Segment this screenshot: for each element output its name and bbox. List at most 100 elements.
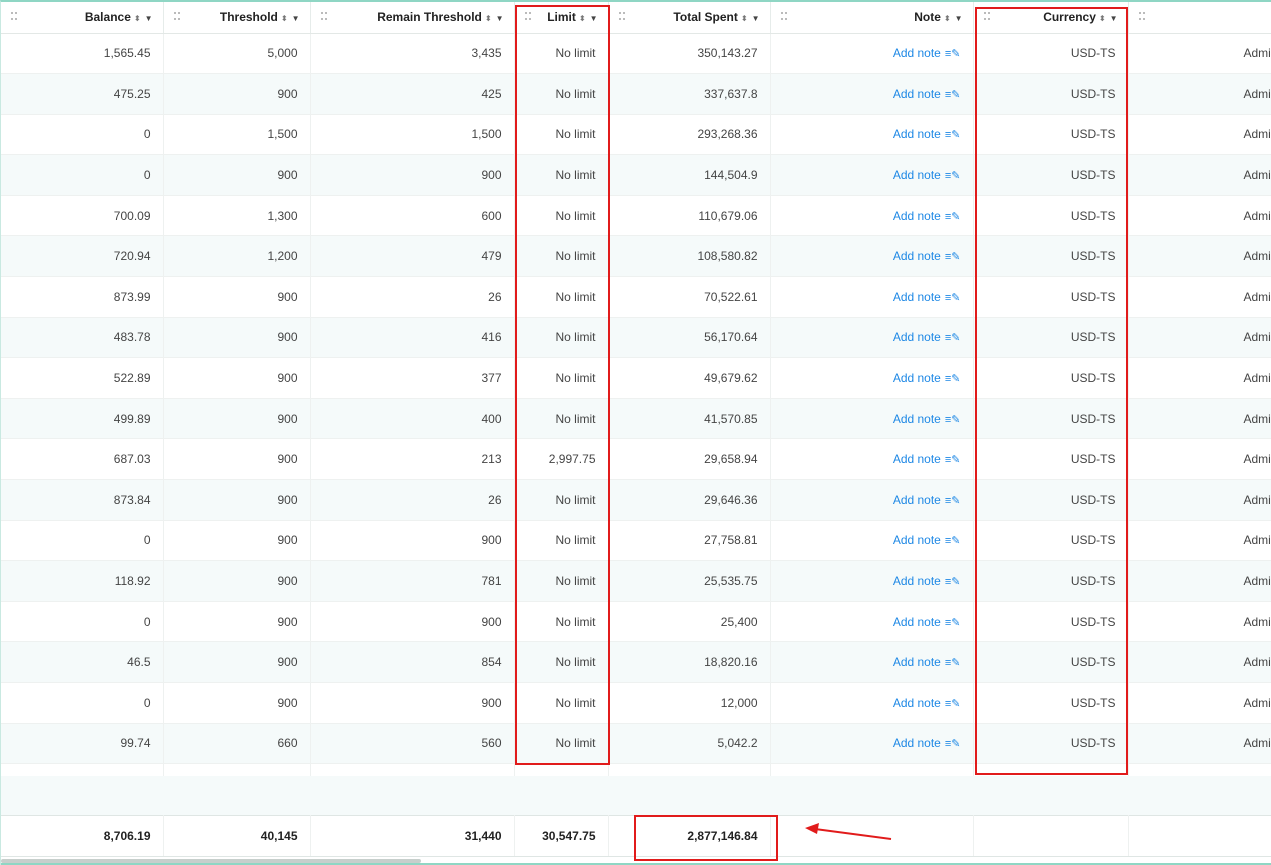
edit-note-icon[interactable]: ≡✎ [945, 617, 961, 629]
add-note-link[interactable]: Add note [893, 330, 941, 344]
sort-icon[interactable]: ⬍ [485, 14, 492, 23]
add-note-link[interactable]: Add note [893, 87, 941, 101]
edit-note-icon[interactable]: ≡✎ [945, 535, 961, 547]
column-menu-icon[interactable]: ▼ [590, 14, 598, 23]
table-row[interactable]: 873.84 900 26 No limit 29,646.36 Add note ≡✎ US… [1, 479, 1271, 521]
column-header-threshold[interactable]: Threshold ⬍ ▼ [163, 2, 311, 34]
column-header-ownership[interactable]: Ownership Role⬍▼ [1128, 2, 1271, 34]
note-cell[interactable]: Add note ≡✎ [770, 398, 974, 440]
drag-handle-icon[interactable] [524, 12, 531, 22]
table-row[interactable]: 0 900 900 No limit 27,758.81 Add note ≡✎ USD-TS… [1, 520, 1271, 562]
column-menu-icon[interactable]: ▼ [145, 14, 153, 23]
add-note-link[interactable]: Add note [893, 615, 941, 629]
drag-handle-icon[interactable] [173, 12, 180, 22]
edit-note-icon[interactable]: ≡✎ [945, 414, 961, 426]
note-cell[interactable]: Add note ≡✎ [770, 723, 974, 765]
edit-note-icon[interactable]: ≡✎ [945, 495, 961, 507]
add-note-link[interactable]: Add note [893, 493, 941, 507]
table-row[interactable]: 1,565.45 5,000 3,435 No limit 350,143.27 Add … [1, 33, 1271, 75]
note-cell[interactable]: Add note ≡✎ [770, 682, 974, 724]
table-row[interactable]: 522.89 900 377 No limit 49,679.62 Add note ≡✎ U… [1, 357, 1271, 399]
note-cell[interactable]: Add note ≡✎ [770, 114, 974, 156]
edit-note-icon[interactable]: ≡✎ [945, 211, 961, 223]
column-header-total_spent[interactable]: Total Spent ⬍ ▼ [608, 2, 771, 34]
add-note-link[interactable]: Add note [893, 574, 941, 588]
edit-note-icon[interactable]: ≡✎ [945, 332, 961, 344]
add-note-link[interactable]: Add note [893, 249, 941, 263]
add-note-link[interactable]: Add note [893, 290, 941, 304]
edit-note-icon[interactable]: ≡✎ [945, 292, 961, 304]
note-cell[interactable]: Add note ≡✎ [770, 357, 974, 399]
note-cell[interactable]: Add note ≡✎ [770, 479, 974, 521]
table-row[interactable]: 720.94 1,200 479 No limit 108,580.82 Add note… [1, 235, 1271, 278]
note-cell[interactable]: Add note ≡✎ [770, 520, 974, 562]
edit-note-icon[interactable]: ≡✎ [945, 698, 961, 710]
column-menu-icon[interactable]: ▼ [1110, 14, 1118, 23]
sort-icon[interactable]: ⬍ [281, 14, 288, 23]
table-row[interactable]: 46.5 900 854 No limit 18,820.16 Add note ≡✎ USD… [1, 641, 1271, 683]
add-note-link[interactable]: Add note [893, 209, 941, 223]
drag-handle-icon[interactable] [618, 12, 625, 22]
edit-note-icon[interactable]: ≡✎ [945, 657, 961, 669]
column-menu-icon[interactable]: ▼ [292, 14, 300, 23]
column-menu-icon[interactable]: ▼ [752, 14, 760, 23]
note-cell[interactable]: Add note ≡✎ [770, 438, 974, 481]
drag-handle-icon[interactable] [1138, 12, 1145, 22]
column-header-remain[interactable]: Remain Threshold ⬍ ▼ [310, 2, 515, 34]
note-cell[interactable]: Add note ≡✎ [770, 195, 974, 237]
column-header-currency[interactable]: Currency ⬍ ▼ [973, 2, 1129, 34]
column-header-balance[interactable]: Balance ⬍ ▼ [1, 2, 164, 34]
note-cell[interactable]: Add note ≡✎ [770, 317, 974, 359]
sort-icon[interactable]: ⬍ [1099, 14, 1106, 23]
table-row[interactable]: 0 900 900 No limit 12,000 Add note ≡✎ USD-TS Adm… [1, 682, 1271, 724]
note-cell[interactable]: Add note ≡✎ [770, 560, 974, 602]
column-header-limit[interactable]: Limit ⬍ ▼ [514, 2, 609, 34]
note-cell[interactable]: Add note ≡✎ [770, 601, 974, 643]
column-menu-icon[interactable]: ▼ [496, 14, 504, 23]
edit-note-icon[interactable]: ≡✎ [945, 48, 961, 60]
table-row[interactable]: 118.92 900 781 No limit 25,535.75 Add note ≡✎ U… [1, 560, 1271, 602]
note-cell[interactable]: Add note ≡✎ [770, 73, 974, 115]
add-note-link[interactable]: Add note [893, 452, 941, 466]
sort-icon[interactable]: ⬍ [134, 14, 141, 23]
edit-note-icon[interactable]: ≡✎ [945, 373, 961, 385]
column-header-note[interactable]: Note ⬍ ▼ [770, 2, 974, 34]
add-note-link[interactable]: Add note [893, 168, 941, 182]
add-note-link[interactable]: Add note [893, 696, 941, 710]
column-menu-icon[interactable]: ▼ [955, 14, 963, 23]
drag-handle-icon[interactable] [320, 12, 327, 22]
table-row[interactable]: 499.89 900 400 No limit 41,570.85 Add note ≡✎ U… [1, 398, 1271, 440]
add-note-link[interactable]: Add note [893, 46, 941, 60]
add-note-link[interactable]: Add note [893, 655, 941, 669]
table-row[interactable]: 687.03 900 213 2,997.75 29,658.94 Add note ≡✎ U… [1, 438, 1271, 481]
table-row[interactable]: 0 900 900 No limit 144,504.9 Add note ≡✎ USD-TS… [1, 154, 1271, 196]
add-note-link[interactable]: Add note [893, 533, 941, 547]
note-cell[interactable]: Add note ≡✎ [770, 33, 974, 75]
edit-note-icon[interactable]: ≡✎ [945, 738, 961, 750]
add-note-link[interactable]: Add note [893, 736, 941, 750]
table-row[interactable]: 99.74 660 560 No limit 5,042.2 Add note ≡✎ USD-… [1, 723, 1271, 765]
edit-note-icon[interactable]: ≡✎ [945, 454, 961, 466]
drag-handle-icon[interactable] [780, 12, 787, 22]
sort-icon[interactable]: ⬍ [944, 14, 951, 23]
table-row[interactable]: 873.99 900 26 No limit 70,522.61 Add note ≡✎ US… [1, 276, 1271, 318]
note-cell[interactable]: Add note ≡✎ [770, 276, 974, 318]
edit-note-icon[interactable]: ≡✎ [945, 129, 961, 141]
sort-icon[interactable]: ⬍ [579, 14, 586, 23]
table-row[interactable]: 700.09 1,300 600 No limit 110,679.06 Add note… [1, 195, 1271, 237]
note-cell[interactable]: Add note ≡✎ [770, 641, 974, 683]
drag-handle-icon[interactable] [983, 12, 990, 22]
table-row[interactable]: 0 900 900 No limit 25,400 Add note ≡✎ USD-TS Adm… [1, 601, 1271, 643]
table-row[interactable]: 475.25 900 425 No limit 337,637.8 Add note ≡✎ U… [1, 73, 1271, 115]
table-row[interactable]: 0 1,500 1,500 No limit 293,268.36 Add note ≡✎ U… [1, 114, 1271, 156]
add-note-link[interactable]: Add note [893, 371, 941, 385]
add-note-link[interactable]: Add note [893, 412, 941, 426]
note-cell[interactable]: Add note ≡✎ [770, 235, 974, 278]
sort-icon[interactable]: ⬍ [741, 14, 748, 23]
edit-note-icon[interactable]: ≡✎ [945, 251, 961, 263]
table-row[interactable]: 483.78 900 416 No limit 56,170.64 Add note ≡✎ U… [1, 317, 1271, 359]
note-cell[interactable]: Add note ≡✎ [770, 154, 974, 196]
edit-note-icon[interactable]: ≡✎ [945, 170, 961, 182]
add-note-link[interactable]: Add note [893, 127, 941, 141]
edit-note-icon[interactable]: ≡✎ [945, 576, 961, 588]
